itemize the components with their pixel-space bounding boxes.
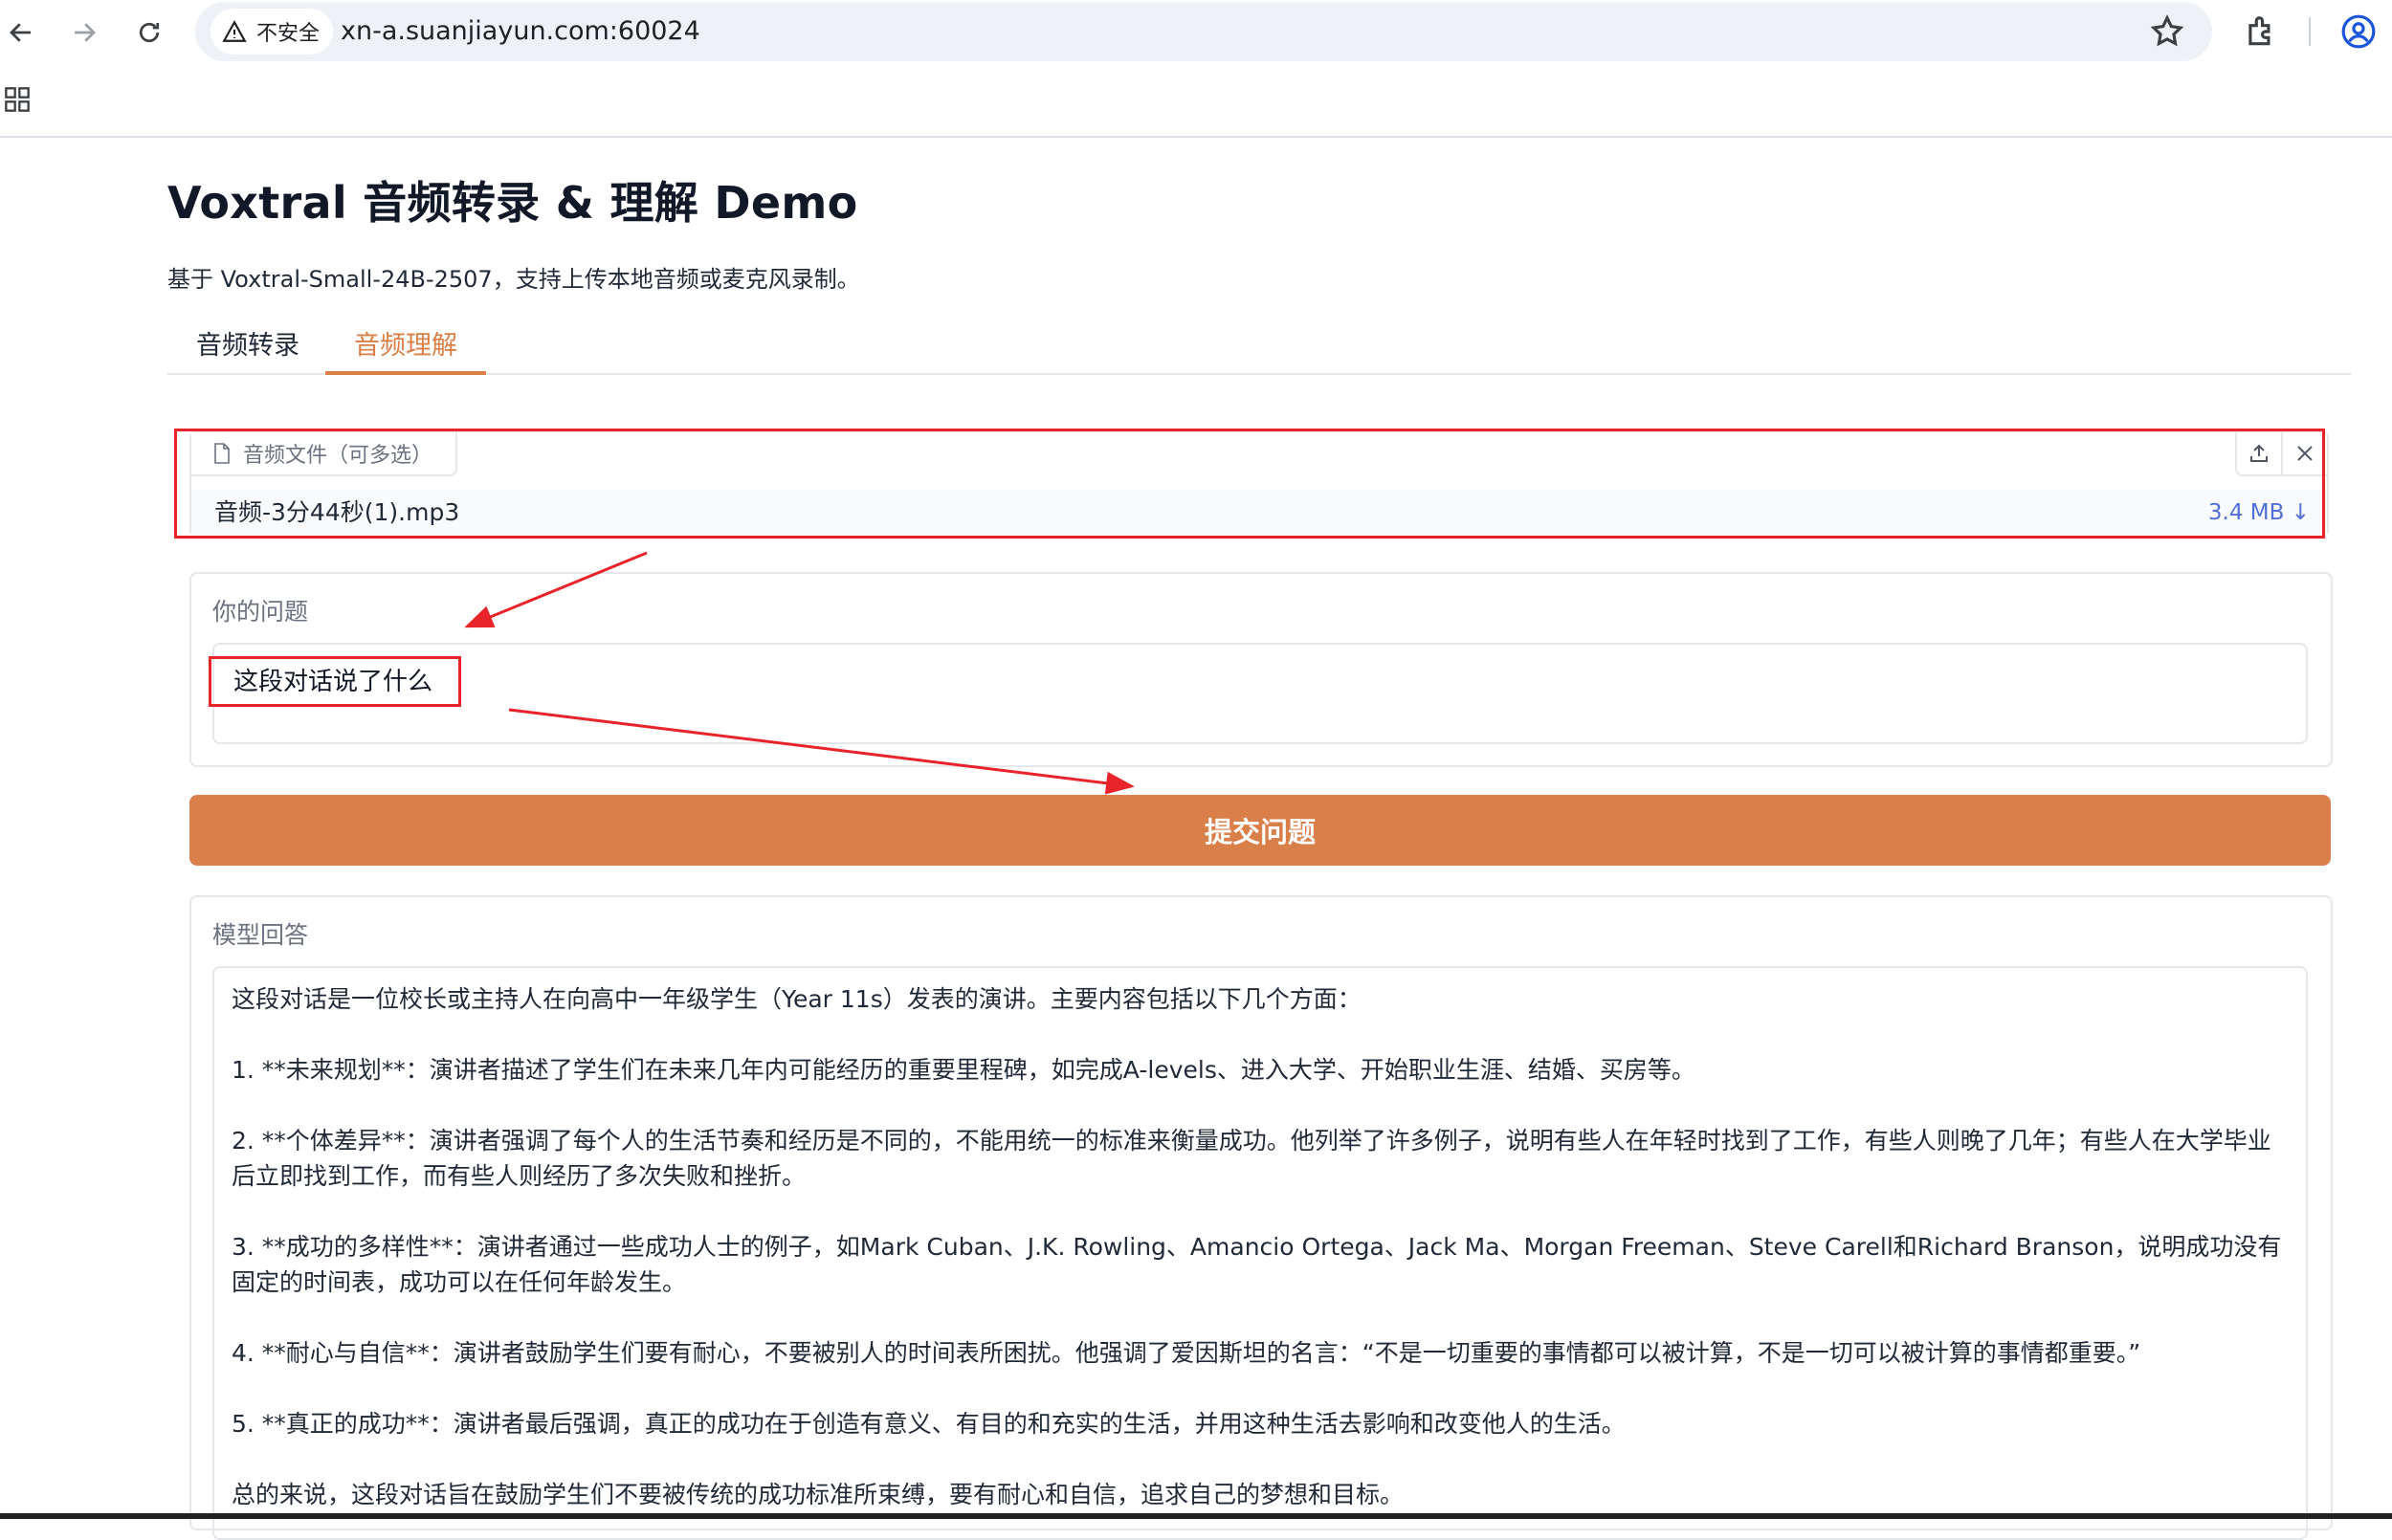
- answer-paragraph: 5. **真正的成功**：演讲者最后强调，真正的成功在于创造有意义、有目的和充实…: [232, 1410, 1626, 1438]
- file-actions: [2235, 432, 2327, 476]
- file-icon: [214, 443, 230, 464]
- bottom-edge: [0, 1513, 2392, 1519]
- answer-paragraph: 2. **个体差异**：演讲者强调了每个人的生活节奏和经历是不同的，不能用统一的…: [232, 1127, 2271, 1190]
- page-subtitle: 基于 Voxtral-Small-24B-2507，支持上传本地音频或麦克风录制…: [167, 266, 860, 293]
- answer-paragraph: 1. **未来规划**：演讲者描述了学生们在未来几年内可能经历的重要里程碑，如完…: [232, 1056, 1695, 1084]
- bookmark-star-icon[interactable]: [2149, 13, 2185, 50]
- page-title: Voxtral 音频转录 & 理解 Demo: [167, 177, 858, 229]
- answer-paragraph: 4. **耐心与自信**：演讲者鼓励学生们要有耐心，不要被别人的时间表所困扰。他…: [232, 1339, 2141, 1367]
- address-bar[interactable]: 不安全 xn-a.suanjiayun.com:60024: [195, 2, 2212, 61]
- file-name: 音频-3分44秒(1).mp3: [214, 498, 460, 526]
- profile-icon[interactable]: [2340, 13, 2377, 50]
- file-row: 音频-3分44秒(1).mp3 3.4 MB ↓: [191, 490, 2327, 536]
- answer-label: 模型回答: [212, 921, 309, 949]
- reload-icon[interactable]: [128, 11, 170, 54]
- submit-question-button[interactable]: 提交问题: [189, 795, 2331, 866]
- tab-understanding[interactable]: 音频理解: [325, 325, 486, 375]
- tab-bar: 音频转录 音频理解: [167, 325, 2351, 375]
- file-upload-label-text: 音频文件（可多选）: [243, 444, 433, 468]
- url-text: xn-a.suanjiayun.com:60024: [341, 16, 700, 46]
- apps-grid-icon[interactable]: [4, 86, 31, 113]
- close-icon[interactable]: [2281, 432, 2327, 474]
- browser-chrome: 不安全 xn-a.suanjiayun.com:60024: [0, 0, 2392, 138]
- extensions-icon[interactable]: [2243, 13, 2279, 50]
- file-size-download-link[interactable]: 3.4 MB ↓: [2208, 490, 2310, 536]
- question-block: 你的问题 这段对话说了什么: [189, 572, 2333, 767]
- answer-output[interactable]: 这段对话是一位校长或主持人在向高中一年级学生（Year 11s）发表的演讲。主要…: [212, 966, 2308, 1540]
- answer-paragraph: 总的来说，这段对话旨在鼓励学生们不要被传统的成功标准所束缚，要有耐心和自信，追求…: [232, 1481, 1405, 1508]
- audio-file-upload[interactable]: 音频文件（可多选） 音频-3分44秒(1).mp3 3.4 MB ↓: [189, 430, 2329, 538]
- tab-transcription[interactable]: 音频转录: [167, 325, 328, 371]
- forward-icon[interactable]: [63, 11, 105, 54]
- warning-icon: [222, 20, 247, 42]
- answer-paragraph: 这段对话是一位校长或主持人在向高中一年级学生（Year 11s）发表的演讲。主要…: [232, 985, 1362, 1013]
- answer-block: 模型回答 这段对话是一位校长或主持人在向高中一年级学生（Year 11s）发表的…: [189, 895, 2333, 1540]
- back-icon[interactable]: [0, 11, 42, 54]
- security-label: 不安全: [256, 22, 321, 46]
- upload-icon[interactable]: [2237, 432, 2281, 474]
- security-chip[interactable]: 不安全: [210, 9, 334, 55]
- file-upload-label: 音频文件（可多选）: [191, 432, 458, 476]
- question-input[interactable]: 这段对话说了什么: [212, 643, 2308, 744]
- toolbar-divider: [2309, 17, 2311, 46]
- question-label: 你的问题: [212, 598, 309, 626]
- answer-paragraph: 3. **成功的多样性**：演讲者通过一些成功人士的例子，如Mark Cuban…: [232, 1233, 2282, 1296]
